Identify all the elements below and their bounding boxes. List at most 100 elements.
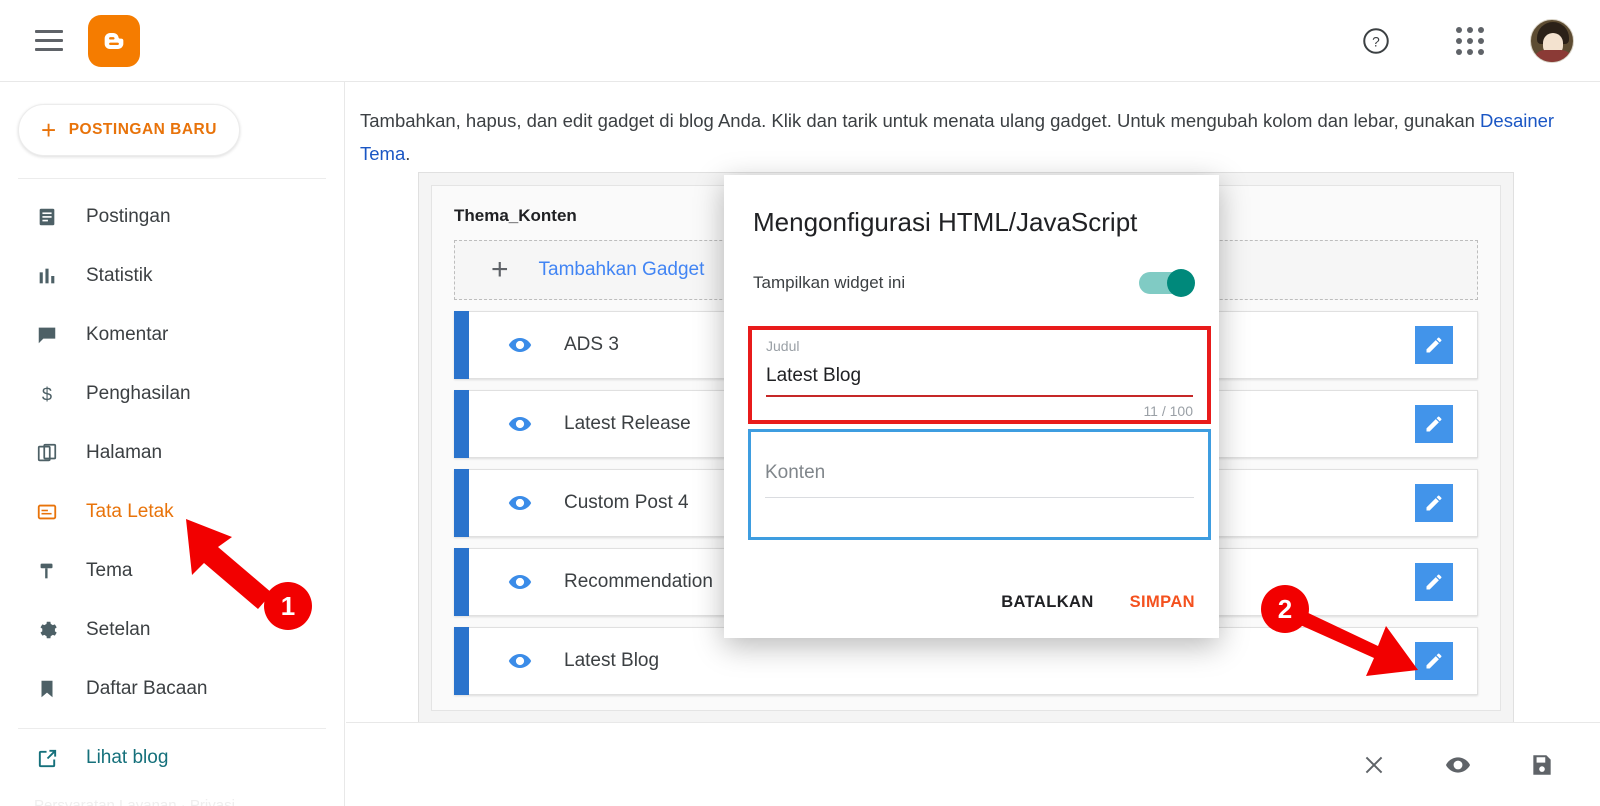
bottom-toolbar: [346, 722, 1600, 806]
close-icon[interactable]: [1354, 745, 1394, 785]
sidebar-nav: Postingan Statistik Komentar $ Penghasil…: [0, 179, 344, 718]
sidebar-item-label: Daftar Bacaan: [86, 677, 208, 699]
grid-dot: [1456, 37, 1462, 44]
grid-dot: [1467, 37, 1473, 44]
new-post-label: POSTINGAN BARU: [68, 121, 217, 138]
sidebar-item-label: Penghasilan: [86, 382, 191, 404]
comment-icon: [34, 322, 60, 348]
sidebar-item-daftar-bacaan[interactable]: Daftar Bacaan: [0, 659, 344, 718]
sidebar-item-label: Postingan: [86, 205, 171, 227]
sidebar-item-tata-letak[interactable]: Tata Letak: [0, 482, 344, 541]
view-blog-link[interactable]: Lihat blog: [0, 729, 344, 787]
title-char-counter: 11 / 100: [1143, 402, 1193, 419]
apps-grid-icon[interactable]: [1446, 17, 1494, 65]
grid-dot: [1456, 26, 1462, 33]
plus-icon: +: [41, 115, 57, 145]
preview-eye-icon[interactable]: [1438, 745, 1478, 785]
apps-grid-dots: [1456, 26, 1484, 55]
hamburger-bar: [35, 39, 63, 42]
sidebar-item-postingan[interactable]: Postingan: [0, 187, 344, 246]
avatar-body: [1533, 49, 1573, 62]
show-widget-label: Tampilkan widget ini: [753, 273, 906, 292]
eye-icon[interactable]: [507, 648, 533, 674]
gadget-name: ADS 3: [564, 334, 619, 355]
title-input-underline: [766, 395, 1193, 397]
blogger-logo[interactable]: [88, 14, 140, 67]
gadget-name: Custom Post 4: [564, 492, 689, 513]
intro-period: .: [405, 143, 411, 164]
sidebar-item-label: Komentar: [86, 323, 169, 345]
svg-text:?: ?: [1372, 34, 1380, 49]
grid-dot: [1467, 48, 1473, 55]
dialog-title: Mengonfigurasi HTML/JavaScript: [753, 207, 1138, 237]
eye-icon[interactable]: [507, 332, 533, 358]
view-blog-label: Lihat blog: [86, 747, 169, 768]
sidebar-item-penghasilan[interactable]: $ Penghasilan: [0, 364, 344, 423]
plus-icon: +: [491, 253, 509, 286]
posts-icon: [34, 204, 60, 230]
drag-handle[interactable]: [454, 627, 469, 695]
svg-text:$: $: [42, 383, 52, 404]
drag-handle[interactable]: [454, 469, 469, 537]
hamburger-bar: [35, 48, 63, 51]
sidebar-item-label: Tema: [86, 559, 133, 581]
content-field-highlight: Konten: [748, 429, 1211, 540]
sidebar: + POSTINGAN BARU Postingan Statistik Kom…: [0, 82, 345, 806]
sidebar-item-komentar[interactable]: Komentar: [0, 305, 344, 364]
sidebar-item-label: Halaman: [86, 441, 163, 463]
annotation-badge-1: 1: [264, 582, 312, 630]
eye-icon[interactable]: [507, 411, 533, 437]
show-widget-row: Tampilkan widget ini: [724, 238, 1219, 297]
gadget-name: Latest Blog: [564, 650, 660, 671]
grid-dot: [1467, 26, 1473, 33]
eye-icon[interactable]: [507, 569, 533, 595]
hamburger-bar: [35, 30, 63, 33]
cancel-button[interactable]: BATALKAN: [1001, 593, 1093, 612]
top-app-bar: ?: [0, 0, 1600, 82]
content-input-underline: [765, 497, 1194, 498]
title-field-label: Judul: [766, 338, 800, 354]
content-input[interactable]: Konten: [765, 462, 1194, 484]
dialog-actions: BATALKAN SIMPAN: [1001, 593, 1195, 612]
hamburger-icon[interactable]: [28, 20, 70, 62]
grid-dot: [1478, 37, 1484, 44]
configure-html-javascript-dialog: Mengonfigurasi HTML/JavaScript Tampilkan…: [724, 175, 1219, 638]
sidebar-item-label: Setelan: [86, 618, 151, 640]
save-disk-icon[interactable]: [1522, 745, 1562, 785]
show-widget-toggle[interactable]: [1139, 269, 1195, 297]
pencil-icon[interactable]: [1415, 642, 1453, 680]
intro-sentence: Tambahkan, hapus, dan edit gadget di blo…: [360, 110, 1481, 131]
pencil-icon[interactable]: [1415, 563, 1453, 601]
title-input[interactable]: Latest Blog: [766, 365, 1193, 387]
eye-icon[interactable]: [507, 490, 533, 516]
layout-icon: [34, 499, 60, 525]
gear-icon: [34, 617, 60, 643]
grid-dot: [1456, 48, 1462, 55]
new-post-button[interactable]: + POSTINGAN BARU: [18, 104, 240, 156]
gadget-name: Recommendation: [564, 571, 713, 592]
drag-handle[interactable]: [454, 548, 469, 616]
save-button[interactable]: SIMPAN: [1130, 593, 1195, 612]
user-avatar[interactable]: [1530, 18, 1574, 63]
intro-text: Tambahkan, hapus, dan edit gadget di blo…: [346, 82, 1600, 170]
pages-icon: [34, 440, 60, 466]
annotation-badge-2: 2: [1261, 585, 1309, 633]
sidebar-item-halaman[interactable]: Halaman: [0, 423, 344, 482]
toggle-knob: [1167, 269, 1195, 297]
drag-handle[interactable]: [454, 311, 469, 379]
sidebar-item-statistik[interactable]: Statistik: [0, 246, 344, 305]
title-field-highlight: Judul Latest Blog 11 / 100: [748, 326, 1211, 424]
pencil-icon[interactable]: [1415, 484, 1453, 522]
grid-dot: [1478, 26, 1484, 33]
add-gadget-label: Tambahkan Gadget: [538, 259, 705, 280]
sidebar-item-label: Statistik: [86, 264, 153, 286]
stats-icon: [34, 263, 60, 289]
drag-handle[interactable]: [454, 390, 469, 458]
grid-dot: [1478, 48, 1484, 55]
help-circle-icon[interactable]: ?: [1352, 17, 1400, 65]
pencil-icon[interactable]: [1415, 405, 1453, 443]
external-link-icon: [34, 745, 60, 771]
theme-icon: [34, 558, 60, 584]
blogger-layout-page: ? + POSTINGAN BARU Postingan Statistik K…: [0, 0, 1600, 806]
pencil-icon[interactable]: [1415, 326, 1453, 364]
